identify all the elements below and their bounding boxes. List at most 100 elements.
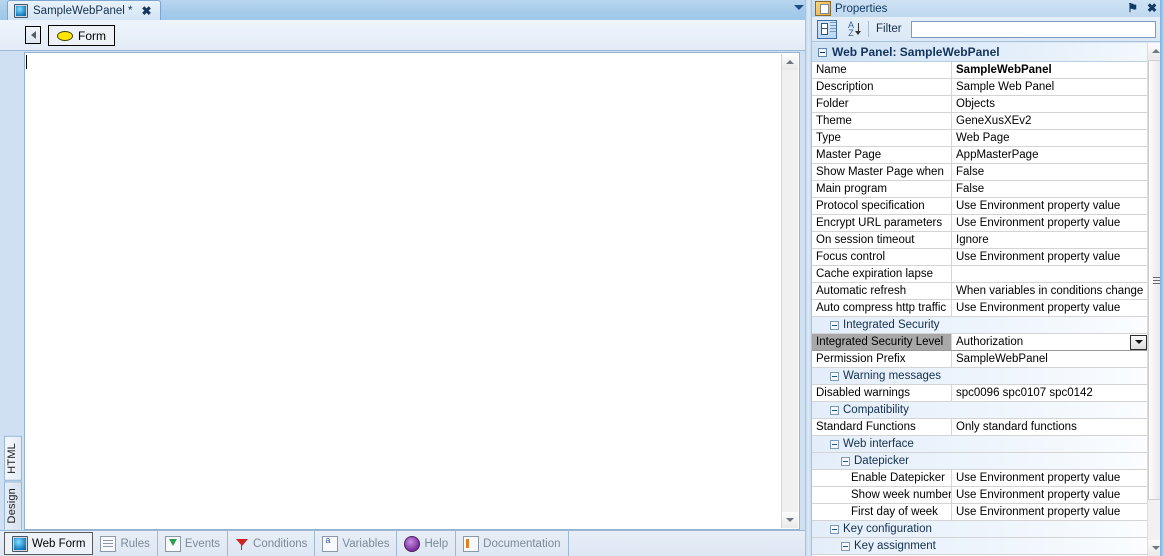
collapse-icon[interactable] bbox=[841, 541, 850, 551]
group-header-integrated-security[interactable]: Integrated Security bbox=[812, 317, 1148, 334]
table-row[interactable]: Show week numbers Use Environment proper… bbox=[812, 487, 1148, 504]
chevron-down-icon[interactable] bbox=[1130, 334, 1147, 350]
collapse-icon[interactable] bbox=[830, 405, 839, 415]
table-row[interactable]: Folder Objects bbox=[812, 96, 1148, 113]
property-value[interactable]: Use Environment property value bbox=[952, 300, 1148, 316]
property-name: On session timeout bbox=[812, 232, 952, 248]
table-row[interactable]: Type Web Page bbox=[812, 130, 1148, 147]
pin-icon[interactable]: ⚑ bbox=[1127, 2, 1138, 14]
property-name: Description bbox=[812, 79, 952, 95]
table-row[interactable]: Permission Prefix SampleWebPanel bbox=[812, 351, 1148, 368]
sidebar-item-design[interactable]: Design bbox=[4, 480, 22, 530]
tab-help[interactable]: Help bbox=[397, 531, 457, 556]
canvas-vertical-scrollbar[interactable] bbox=[781, 54, 798, 528]
collapse-icon[interactable] bbox=[830, 371, 839, 381]
property-value[interactable]: AppMasterPage bbox=[952, 147, 1148, 163]
table-row[interactable]: Name SampleWebPanel bbox=[812, 62, 1148, 79]
tab-web-form[interactable]: Web Form bbox=[4, 532, 94, 555]
property-value[interactable]: spc0096 spc0107 spc0142 bbox=[952, 385, 1148, 401]
group-header-key-configuration[interactable]: Key configuration bbox=[812, 521, 1148, 538]
tab-help-label: Help bbox=[424, 537, 449, 550]
table-row[interactable]: Disabled warnings spc0096 spc0107 spc014… bbox=[812, 385, 1148, 402]
property-value[interactable]: When variables in conditions change bbox=[952, 283, 1148, 299]
property-name: Disabled warnings bbox=[812, 385, 952, 401]
tab-conditions[interactable]: Conditions bbox=[228, 531, 316, 556]
nav-back-icon[interactable] bbox=[25, 26, 41, 44]
tab-documentation[interactable]: Documentation bbox=[456, 531, 569, 556]
group-header-web-interface[interactable]: Web interface bbox=[812, 436, 1148, 453]
document-tab-label: SampleWebPanel * bbox=[33, 4, 133, 17]
tab-events[interactable]: Events bbox=[158, 531, 229, 556]
property-value[interactable] bbox=[952, 266, 1148, 282]
document-tab-samplewebpanel[interactable]: SampleWebPanel * ✖ bbox=[7, 0, 161, 20]
table-row[interactable]: Cache expiration lapse bbox=[812, 266, 1148, 283]
table-row[interactable]: Protocol specification Use Environment p… bbox=[812, 198, 1148, 215]
group-label: Web interface bbox=[843, 438, 914, 450]
property-value[interactable]: GeneXusXEv2 bbox=[952, 113, 1148, 129]
collapse-icon[interactable] bbox=[841, 456, 850, 466]
property-value[interactable]: Objects bbox=[952, 96, 1148, 112]
table-row[interactable]: Theme GeneXusXEv2 bbox=[812, 113, 1148, 130]
table-row[interactable]: Master Page AppMasterPage bbox=[812, 147, 1148, 164]
properties-grid[interactable]: Web Panel: SampleWebPanel Name SampleWeb… bbox=[812, 43, 1164, 556]
property-value[interactable]: Only standard functions bbox=[952, 419, 1148, 435]
property-value[interactable]: Ignore bbox=[952, 232, 1148, 248]
collapse-icon[interactable] bbox=[830, 439, 839, 449]
table-row[interactable]: First day of week Use Environment proper… bbox=[812, 504, 1148, 521]
properties-root-header[interactable]: Web Panel: SampleWebPanel bbox=[812, 43, 1148, 62]
scroll-up-icon[interactable] bbox=[782, 54, 798, 70]
property-value[interactable]: Authorization bbox=[952, 334, 1130, 350]
group-header-compatibility[interactable]: Compatibility bbox=[812, 402, 1148, 419]
group-header-key-assignment[interactable]: Key assignment bbox=[812, 538, 1148, 555]
table-row[interactable]: Enable Datepicker Use Environment proper… bbox=[812, 470, 1148, 487]
collapse-icon[interactable] bbox=[830, 320, 839, 330]
table-row[interactable]: Description Sample Web Panel bbox=[812, 79, 1148, 96]
tab-variables[interactable]: Variables bbox=[315, 531, 398, 556]
property-value[interactable]: Use Environment property value bbox=[952, 198, 1148, 214]
group-header-warning-messages[interactable]: Warning messages bbox=[812, 368, 1148, 385]
property-name: Integrated Security Level bbox=[812, 334, 952, 350]
chevron-down-icon[interactable] bbox=[794, 5, 804, 10]
table-row[interactable]: Main program False bbox=[812, 181, 1148, 198]
property-value[interactable]: False bbox=[952, 164, 1148, 180]
conditions-filter-icon bbox=[235, 537, 249, 551]
group-label: Key configuration bbox=[843, 523, 932, 535]
pane-splitter[interactable] bbox=[805, 0, 812, 556]
tab-rules[interactable]: Rules bbox=[93, 531, 158, 556]
table-row[interactable]: Auto compress http traffic Use Environme… bbox=[812, 300, 1148, 317]
events-icon bbox=[164, 535, 181, 552]
property-value[interactable]: False bbox=[952, 181, 1148, 197]
close-icon[interactable]: ✖ bbox=[1147, 2, 1157, 14]
group-header-datepicker[interactable]: Datepicker bbox=[812, 453, 1148, 470]
table-row[interactable]: Standard Functions Only standard functio… bbox=[812, 419, 1148, 436]
property-value[interactable]: Use Environment property value bbox=[952, 470, 1148, 486]
table-row[interactable]: Show Master Page when False bbox=[812, 164, 1148, 181]
property-value[interactable]: Use Environment property value bbox=[952, 504, 1148, 520]
collapse-icon[interactable] bbox=[830, 524, 839, 534]
form-button[interactable]: Form bbox=[48, 25, 115, 46]
properties-title-bar: Properties ⚑ ✖ bbox=[812, 0, 1164, 17]
close-icon[interactable]: ✖ bbox=[142, 5, 152, 17]
property-value[interactable]: SampleWebPanel bbox=[952, 351, 1148, 367]
table-row[interactable]: Automatic refresh When variables in cond… bbox=[812, 283, 1148, 300]
property-value[interactable]: Sample Web Panel bbox=[952, 79, 1148, 95]
web-form-design-canvas[interactable] bbox=[24, 52, 800, 530]
categorized-view-icon[interactable] bbox=[817, 19, 837, 39]
sidebar-item-html[interactable]: HTML bbox=[4, 436, 22, 481]
filter-input[interactable] bbox=[910, 20, 1156, 38]
scroll-down-icon[interactable] bbox=[782, 512, 798, 528]
property-value[interactable]: Use Environment property value bbox=[952, 249, 1148, 265]
property-value[interactable]: Use Environment property value bbox=[952, 215, 1148, 231]
table-row[interactable]: Encrypt URL parameters Use Environment p… bbox=[812, 215, 1148, 232]
table-row[interactable]: On session timeout Ignore bbox=[812, 232, 1148, 249]
table-row[interactable]: Focus control Use Environment property v… bbox=[812, 249, 1148, 266]
property-value[interactable]: Web Page bbox=[952, 130, 1148, 146]
alphabetical-sort-icon[interactable]: AZ bbox=[841, 20, 861, 39]
property-value[interactable]: Use Environment property value bbox=[952, 487, 1148, 503]
variables-icon bbox=[322, 535, 339, 552]
collapse-icon[interactable] bbox=[818, 47, 827, 57]
table-row-selected[interactable]: Integrated Security Level Authorization bbox=[812, 334, 1148, 351]
tab-events-label: Events bbox=[184, 537, 221, 550]
property-value[interactable]: SampleWebPanel bbox=[952, 62, 1148, 78]
window-right-edge bbox=[1160, 0, 1164, 556]
